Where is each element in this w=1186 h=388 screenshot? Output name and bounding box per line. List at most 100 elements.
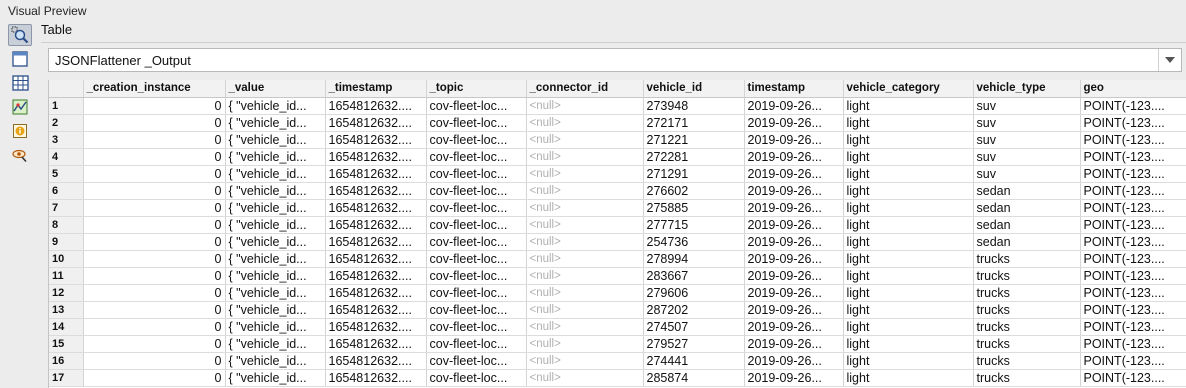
table-row[interactable]: 12 0{ "vehicle_id... 1654812632.... cov-fle… [49, 284, 1186, 302]
table-cell[interactable]: POINT(-123.... [1080, 233, 1186, 251]
table-cell[interactable]: POINT(-123.... [1080, 114, 1186, 132]
table-cell[interactable]: 2019-09-26... [744, 114, 844, 132]
info-button[interactable] [8, 120, 32, 142]
table-cell[interactable]: light [843, 250, 974, 268]
table-row[interactable]: 3 0{ "vehicle_id... 1654812632.... cov-flee… [49, 131, 1186, 149]
table-cell[interactable]: { "vehicle_id... [225, 182, 326, 200]
table-cell[interactable]: 1654812632.... [325, 182, 427, 200]
table-cell[interactable]: 278994 [643, 250, 745, 268]
table-cell[interactable]: POINT(-123.... [1080, 165, 1186, 183]
table-cell[interactable]: 1654812632.... [325, 233, 427, 251]
table-cell[interactable]: light [843, 131, 974, 149]
table-cell[interactable]: POINT(-123.... [1080, 131, 1186, 149]
data-table-container[interactable]: _creation_instance _value _timestamp _to… [48, 80, 1186, 388]
table-cell[interactable]: 2019-09-26... [744, 148, 844, 166]
table-cell[interactable]: POINT(-123.... [1080, 301, 1186, 319]
table-cell[interactable]: { "vehicle_id... [225, 148, 326, 166]
table-cell[interactable]: POINT(-123.... [1080, 284, 1186, 302]
table-cell[interactable]: <null> [526, 114, 644, 132]
column-header[interactable]: timestamp [744, 80, 844, 98]
table-cell[interactable]: POINT(-123.... [1080, 250, 1186, 268]
table-cell[interactable]: { "vehicle_id... [225, 165, 326, 183]
table-cell[interactable]: { "vehicle_id... [225, 335, 326, 353]
table-cell[interactable]: cov-fleet-loc... [426, 199, 527, 217]
table-row[interactable]: 6 0{ "vehicle_id... 1654812632.... cov-flee… [49, 182, 1186, 200]
table-row[interactable]: 11 0{ "vehicle_id... 1654812632.... cov-fle… [49, 267, 1186, 285]
table-cell[interactable]: 1654812632.... [325, 199, 427, 217]
table-cell[interactable]: 0 [83, 165, 226, 183]
column-header[interactable]: _connector_id [526, 80, 644, 98]
table-row[interactable]: 2 0{ "vehicle_id... 1654812632.... cov-flee… [49, 114, 1186, 132]
table-cell[interactable]: trucks [973, 250, 1081, 268]
table-cell[interactable]: POINT(-123.... [1080, 352, 1186, 370]
table-cell[interactable]: suv [973, 97, 1081, 115]
table-cell[interactable]: <null> [526, 335, 644, 353]
table-cell[interactable]: { "vehicle_id... [225, 267, 326, 285]
table-cell[interactable]: 277715 [643, 216, 745, 234]
table-cell[interactable]: cov-fleet-loc... [426, 216, 527, 234]
table-cell[interactable]: 0 [83, 335, 226, 353]
table-cell[interactable]: cov-fleet-loc... [426, 114, 527, 132]
table-cell[interactable]: 0 [83, 114, 226, 132]
table-cell[interactable]: light [843, 199, 974, 217]
table-cell[interactable]: light [843, 301, 974, 319]
table-cell[interactable]: 0 [83, 318, 226, 336]
table-row[interactable]: 17 0{ "vehicle_id... 1654812632.... cov-fle… [49, 369, 1186, 387]
table-row[interactable]: 1 0{ "vehicle_id... 1654812632.... cov-flee… [49, 97, 1186, 115]
table-cell[interactable]: trucks [973, 352, 1081, 370]
table-cell[interactable]: light [843, 284, 974, 302]
table-cell[interactable]: cov-fleet-loc... [426, 131, 527, 149]
table-cell[interactable]: 1654812632.... [325, 165, 427, 183]
table-cell[interactable]: 271291 [643, 165, 745, 183]
table-cell[interactable]: 2019-09-26... [744, 335, 844, 353]
table-cell[interactable]: suv [973, 165, 1081, 183]
table-row[interactable]: 15 0{ "vehicle_id... 1654812632.... cov-fle… [49, 335, 1186, 353]
table-cell[interactable]: cov-fleet-loc... [426, 301, 527, 319]
map-view-button[interactable] [8, 96, 32, 118]
table-cell[interactable]: <null> [526, 182, 644, 200]
table-cell[interactable]: 2019-09-26... [744, 97, 844, 115]
table-view-button[interactable] [8, 72, 32, 94]
table-cell[interactable]: cov-fleet-loc... [426, 165, 527, 183]
table-row[interactable]: 4 0{ "vehicle_id... 1654812632.... cov-flee… [49, 148, 1186, 166]
column-header[interactable]: _timestamp [325, 80, 427, 98]
table-cell[interactable]: suv [973, 131, 1081, 149]
column-header[interactable]: vehicle_id [643, 80, 745, 98]
table-cell[interactable]: cov-fleet-loc... [426, 335, 527, 353]
table-cell[interactable]: 274441 [643, 352, 745, 370]
table-cell[interactable]: light [843, 165, 974, 183]
table-cell[interactable]: sedan [973, 233, 1081, 251]
table-cell[interactable]: 2019-09-26... [744, 233, 844, 251]
table-cell[interactable]: <null> [526, 148, 644, 166]
table-cell[interactable]: 1654812632.... [325, 216, 427, 234]
table-cell[interactable]: 279527 [643, 335, 745, 353]
table-row[interactable]: 13 0{ "vehicle_id... 1654812632.... cov-fle… [49, 301, 1186, 319]
table-cell[interactable]: 285874 [643, 369, 745, 387]
table-cell[interactable]: 279606 [643, 284, 745, 302]
table-cell[interactable]: 1654812632.... [325, 131, 427, 149]
column-header[interactable]: _value [225, 80, 326, 98]
column-header[interactable]: _topic [426, 80, 527, 98]
table-cell[interactable]: 0 [83, 199, 226, 217]
table-row[interactable]: 5 0{ "vehicle_id... 1654812632.... cov-flee… [49, 165, 1186, 183]
table-cell[interactable]: 0 [83, 369, 226, 387]
table-cell[interactable]: 1654812632.... [325, 267, 427, 285]
table-cell[interactable]: 276602 [643, 182, 745, 200]
table-cell[interactable]: 1654812632.... [325, 352, 427, 370]
table-cell[interactable]: cov-fleet-loc... [426, 182, 527, 200]
table-cell[interactable]: 272281 [643, 148, 745, 166]
table-cell[interactable]: sedan [973, 182, 1081, 200]
table-cell[interactable]: <null> [526, 216, 644, 234]
table-cell[interactable]: trucks [973, 335, 1081, 353]
table-cell[interactable]: cov-fleet-loc... [426, 369, 527, 387]
table-cell[interactable]: cov-fleet-loc... [426, 267, 527, 285]
table-cell[interactable]: <null> [526, 369, 644, 387]
table-cell[interactable]: POINT(-123.... [1080, 267, 1186, 285]
table-cell[interactable]: POINT(-123.... [1080, 148, 1186, 166]
table-cell[interactable]: <null> [526, 131, 644, 149]
table-cell[interactable]: POINT(-123.... [1080, 369, 1186, 387]
table-cell[interactable]: <null> [526, 318, 644, 336]
table-cell[interactable]: 0 [83, 182, 226, 200]
table-cell[interactable]: sedan [973, 216, 1081, 234]
table-cell[interactable]: trucks [973, 301, 1081, 319]
